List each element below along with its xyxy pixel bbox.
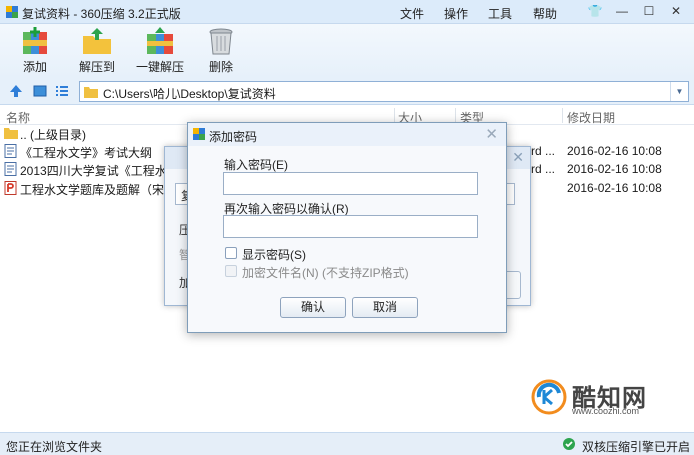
engine-check-icon [563, 438, 575, 450]
show-password-checkbox[interactable] [225, 247, 237, 259]
encrypt-filenames-label: 加密文件名(N) (不支持ZIP格式) [242, 266, 409, 280]
add-label: 添加 [22, 60, 47, 74]
skin-icon[interactable]: 👕 [583, 1, 607, 21]
one-click-extract-label: 一键解压 [135, 60, 184, 74]
delete-button[interactable]: 删除 [191, 26, 251, 76]
close-icon[interactable]: ✕ [485, 125, 498, 143]
password-input[interactable] [223, 172, 478, 195]
address-row: C:\Users\哈儿\Desktop\复试资料 ▼ [0, 78, 694, 105]
app-logo-icon [193, 128, 205, 140]
title-bar: 复试资料 - 360压缩 3.2正式版 文件 操作 工具 帮助 👕 — ☐ ✕ [0, 0, 694, 24]
status-text: 您正在浏览文件夹 [6, 440, 103, 454]
menu-help[interactable]: 帮助 [533, 5, 557, 22]
file-type: rd ... [531, 162, 556, 176]
file-name: .. (上级目录) [20, 128, 86, 142]
minimize-button[interactable]: — [610, 1, 634, 21]
column-divider[interactable] [394, 108, 395, 123]
close-icon[interactable]: ✕ [512, 149, 524, 166]
dialog-titlebar: 添加密码 ✕ [188, 123, 506, 146]
coozhi-logo-icon [531, 379, 567, 415]
delete-label: 删除 [208, 60, 233, 74]
password-label: 输入密码(E) [224, 158, 288, 172]
file-type: rd ... [531, 144, 556, 158]
watermark-url: www.coozhi.com [572, 406, 640, 416]
word-doc-icon [4, 144, 17, 158]
file-date: 2016-02-16 10:08 [567, 144, 662, 158]
dialog-title: 添加密码 [209, 130, 258, 144]
folder-icon [84, 87, 98, 98]
ok-button[interactable]: 确认 [280, 297, 346, 318]
show-password-label[interactable]: 显示密码(S) [242, 246, 306, 263]
chevron-down-icon[interactable]: ▼ [670, 82, 688, 101]
menu-operation[interactable]: 操作 [444, 5, 468, 22]
file-name: 工程水文学题库及题解（宋星原 [20, 183, 189, 197]
file-name: 《工程水文学》考试大纲 [20, 146, 153, 160]
status-bar: 您正在浏览文件夹 双核压缩引擎已开启 [0, 432, 694, 455]
thumbnail-view-icon[interactable] [32, 83, 48, 99]
add-archive-icon [23, 27, 47, 54]
encrypt-filenames-checkbox[interactable] [225, 265, 237, 277]
file-date: 2016-02-16 10:08 [567, 181, 662, 195]
close-window-button[interactable]: ✕ [664, 1, 688, 21]
trash-icon [209, 28, 233, 55]
extract-to-label: 解压到 [78, 60, 115, 74]
pdf-icon [4, 181, 17, 195]
address-field[interactable]: C:\Users\哈儿\Desktop\复试资料 ▼ [79, 81, 689, 102]
app-logo-icon [6, 6, 18, 18]
menu-file[interactable]: 文件 [400, 5, 424, 22]
add-password-dialog: 添加密码 ✕ 输入密码(E) 再次输入密码以确认(R) 显示密码(S) 加密文件… [187, 122, 507, 333]
engine-status: 双核压缩引擎已开启 [581, 440, 690, 454]
list-view-icon[interactable] [54, 83, 70, 99]
address-path: C:\Users\哈儿\Desktop\复试资料 [103, 87, 276, 101]
column-divider[interactable] [562, 108, 563, 123]
extract-to-button[interactable]: 解压到 [67, 26, 127, 76]
cancel-button[interactable]: 取消 [352, 297, 418, 318]
maximize-button[interactable]: ☐ [637, 1, 661, 21]
one-click-extract-icon [147, 27, 173, 54]
confirm-password-input[interactable] [223, 215, 478, 238]
file-name: 2013四川大学复试《工程水文 [20, 164, 179, 178]
extract-folder-icon [83, 28, 111, 54]
column-divider[interactable] [455, 108, 456, 123]
window-title: 复试资料 - 360压缩 3.2正式版 [22, 7, 181, 21]
file-date: 2016-02-16 10:08 [567, 162, 662, 176]
word-doc-icon [4, 162, 17, 176]
watermark: 酷知网 www.coozhi.com [530, 377, 680, 417]
toolbar: 添加 解压到 一键解压 删除 [0, 24, 694, 78]
menu-tools[interactable]: 工具 [488, 5, 512, 22]
up-arrow-icon[interactable] [8, 83, 24, 99]
add-button[interactable]: 添加 [5, 26, 65, 76]
one-click-extract-button[interactable]: 一键解压 [130, 26, 190, 76]
folder-icon [4, 128, 18, 139]
